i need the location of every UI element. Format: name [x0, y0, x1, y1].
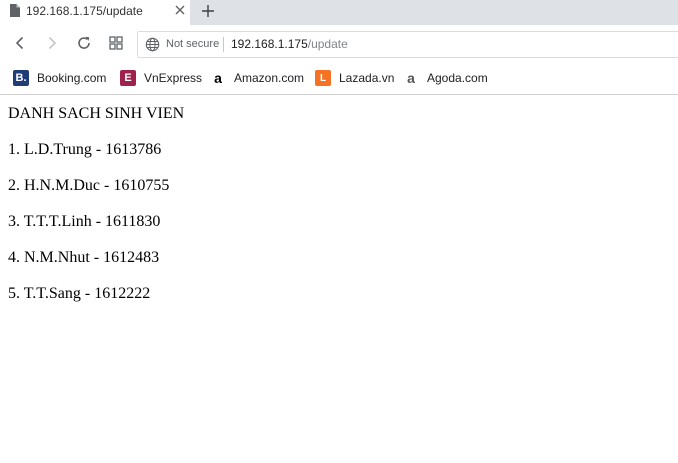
browser-toolbar: Not secure 192.168.1.175/update [0, 25, 678, 63]
active-tab[interactable]: 192.168.1.175/update [0, 0, 190, 25]
back-arrow-icon[interactable] [12, 35, 28, 51]
bookmark-agoda[interactable]: a Agoda.com [403, 69, 488, 87]
agoda-icon: a [407, 70, 415, 86]
reload-icon[interactable] [76, 35, 92, 51]
url-path: /update [307, 37, 348, 51]
bookmark-amazon[interactable]: a Amazon.com [210, 69, 304, 87]
close-icon[interactable] [173, 3, 187, 17]
new-tab-button[interactable] [201, 4, 215, 18]
document-icon [10, 4, 20, 17]
bookmark-label: Lazada.vn [339, 71, 395, 85]
tab-strip: 192.168.1.175/update [0, 0, 678, 25]
globe-icon[interactable] [145, 37, 160, 52]
bookmark-label: Booking.com [37, 71, 107, 85]
student-item: 1. L.D.Trung - 1613786 [8, 141, 162, 158]
url-host: 192.168.1.175 [231, 37, 308, 51]
forward-arrow-icon[interactable] [44, 35, 60, 51]
booking-icon: B. [13, 70, 29, 86]
student-item: 4. N.M.Nhut - 1612483 [8, 249, 160, 266]
apps-icon[interactable] [108, 35, 124, 51]
page-heading: DANH SACH SINH VIEN [8, 105, 185, 122]
tab-title: 192.168.1.175/update [26, 4, 143, 18]
bookmark-label: VnExpress [144, 71, 203, 85]
bookmark-vnexpress[interactable]: E VnExpress [120, 69, 202, 87]
security-status[interactable]: Not secure [166, 38, 219, 50]
bookmarks-bar: B. Booking.com E VnExpress a Amazon.com … [0, 63, 678, 95]
lazada-icon: L [315, 70, 331, 86]
vnexpress-icon: E [120, 70, 136, 86]
student-item: 5. T.T.Sang - 1612222 [8, 285, 151, 302]
address-bar[interactable]: Not secure 192.168.1.175/update [137, 31, 678, 58]
student-item: 3. T.T.T.Linh - 1611830 [8, 213, 161, 230]
bookmark-booking[interactable]: B. Booking.com [13, 69, 106, 87]
omnibox-divider [223, 37, 224, 52]
amazon-icon: a [214, 70, 222, 86]
student-item: 2. H.N.M.Duc - 1610755 [8, 177, 170, 194]
url-text[interactable]: 192.168.1.175/update [231, 37, 348, 51]
bookmark-lazada[interactable]: L Lazada.vn [315, 69, 394, 87]
bookmark-label: Amazon.com [234, 71, 305, 85]
bookmark-label: Agoda.com [427, 71, 488, 85]
